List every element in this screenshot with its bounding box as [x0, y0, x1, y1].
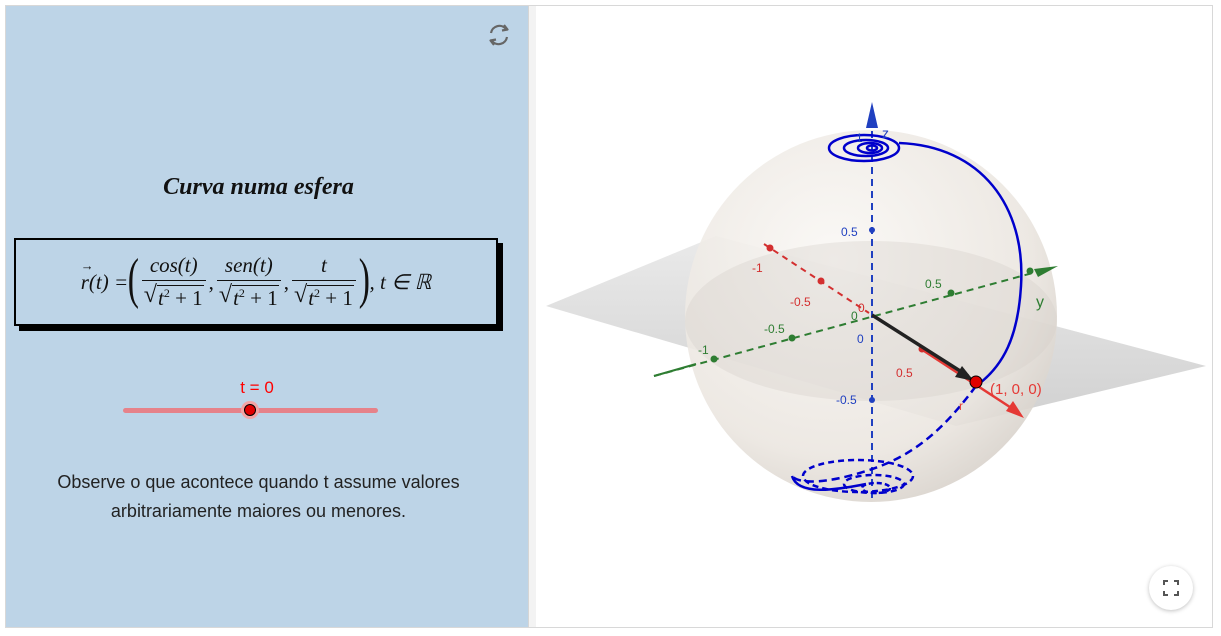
y-tick-label: -1: [698, 343, 709, 357]
formula-box: r(t) = ( cos(t) √ t2 + 1 , sen(t) √ t2 +…: [14, 238, 498, 326]
origin-label: 0: [858, 301, 865, 315]
fraction-x: cos(t) √ t2 + 1: [141, 253, 206, 311]
fullscreen-icon: [1163, 580, 1179, 596]
point-name-label: r: [959, 399, 963, 413]
reset-button[interactable]: [484, 20, 514, 50]
z-tick-label: 0.5: [841, 225, 858, 239]
origin-label: 0: [857, 332, 864, 346]
vector-formula: r(t) = ( cos(t) √ t2 + 1 , sen(t) √ t2 +…: [81, 248, 432, 311]
y-tick-label: 0.5: [925, 277, 942, 291]
page-title: Curva numa esfera: [163, 174, 354, 200]
z-tick-label: -0.5: [836, 393, 857, 407]
numerator-x: cos(t): [149, 253, 198, 277]
right-paren: ): [358, 248, 370, 310]
z-axis-label: z: [882, 125, 889, 141]
graphics-3d-view[interactable]: -1 -0.5 0.5 -1 -0.5 0.5 y 0.5 -0.5 0 0 0…: [536, 6, 1212, 627]
geogebra-app: Curva numa esfera r(t) = ( cos(t) √ t2 +…: [5, 5, 1213, 628]
y-axis-label: y: [1036, 294, 1044, 311]
denominator-x: √ t2 + 1: [141, 280, 206, 311]
curve-point[interactable]: [969, 375, 983, 389]
sqrt-icon: √: [143, 282, 157, 308]
point-coordinates-label: (1, 0, 0): [990, 381, 1042, 398]
numerator-z: t: [321, 253, 327, 277]
vector-r: r: [81, 258, 94, 295]
refresh-icon: [489, 24, 509, 46]
t-slider-handle[interactable]: [241, 401, 259, 419]
y-tick-label: -0.5: [764, 322, 785, 336]
x-tick-label: -1: [752, 261, 763, 275]
fraction-y: sen(t) √ t2 + 1: [216, 253, 281, 311]
fullscreen-button[interactable]: [1149, 566, 1193, 610]
formula-domain: , t ∈ ℝ: [369, 269, 432, 294]
z-tick-label: 1: [856, 131, 863, 145]
x-tick-label: -0.5: [790, 295, 811, 309]
sqrt-icon: √: [294, 282, 308, 308]
denominator-y: √ t2 + 1: [216, 280, 281, 311]
algebra-panel: Curva numa esfera r(t) = ( cos(t) √ t2 +…: [6, 6, 528, 627]
panel-divider[interactable]: [528, 6, 536, 627]
left-paren: (: [127, 248, 140, 310]
origin-label: 0: [851, 309, 858, 323]
denominator-z: √ t2 + 1: [292, 280, 356, 311]
formula-lhs: r(t) =: [81, 258, 128, 295]
slider-label: t = 0: [240, 378, 274, 397]
z-arrow-icon: [866, 102, 878, 128]
3d-scene[interactable]: -1 -0.5 0.5 -1 -0.5 0.5 y 0.5 -0.5 0 0 0…: [536, 6, 1212, 627]
sqrt-icon: √: [218, 282, 233, 308]
x-tick-label: 0.5: [896, 366, 913, 380]
fraction-z: t √ t2 + 1: [292, 253, 356, 311]
numerator-y: sen(t): [224, 253, 273, 277]
instruction-text: Observe o que acontece quando t assume v…: [57, 472, 460, 521]
